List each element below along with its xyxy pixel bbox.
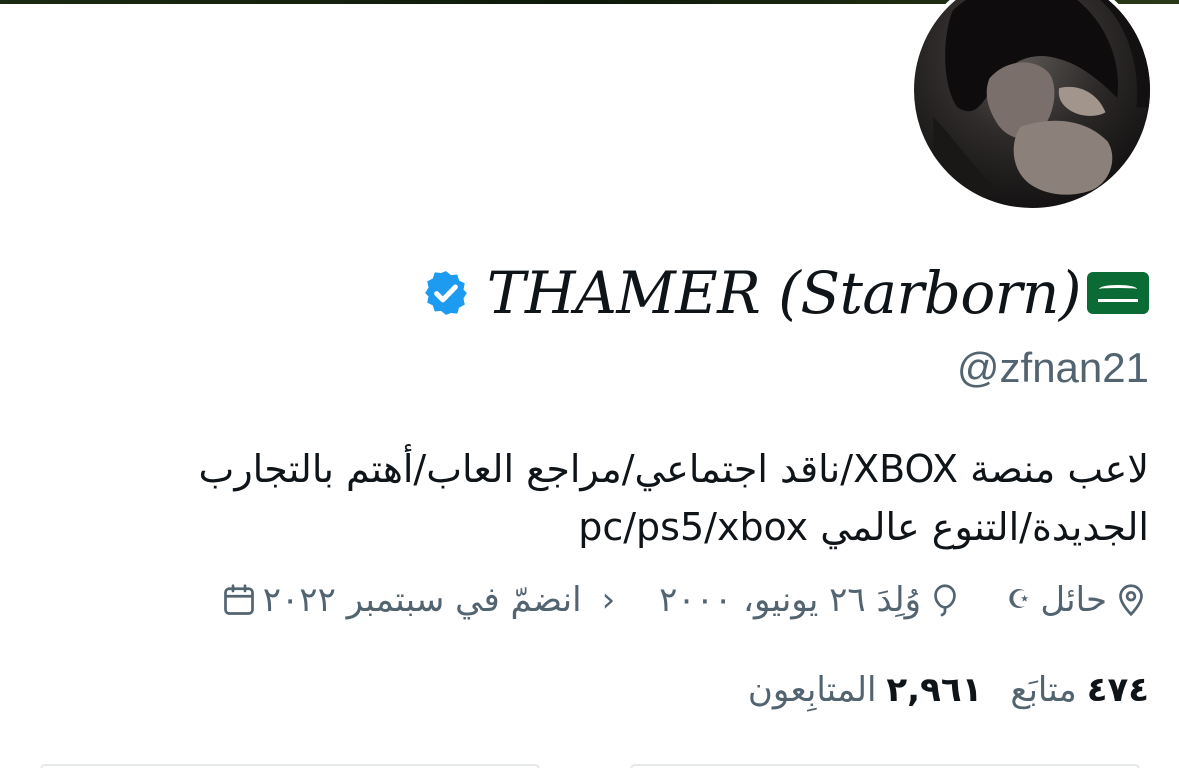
crescent-icon: ☪	[1007, 585, 1031, 615]
followers-link[interactable]: ٢,٩٦١ المتابِعون	[748, 670, 982, 710]
profile-bio: لاعب منصة XBOX/ناقد اجتماعي/مراجع العاب/…	[49, 440, 1149, 556]
calendar-icon	[223, 584, 254, 615]
location-pin-icon	[1119, 584, 1143, 617]
meta-birthday: وُلِدَ ٢٦ يونيو، ٢٠٠٠	[659, 580, 963, 620]
tab-pill-left[interactable]	[40, 764, 540, 768]
follow-stats: ٤٧٤ متابَع ٢,٩٦١ المتابِعون	[748, 670, 1149, 710]
birthday-text: وُلِدَ ٢٦ يونيو، ٢٠٠٠	[659, 580, 922, 620]
following-count: ٤٧٤	[1086, 670, 1149, 710]
location-text: حائل	[1040, 580, 1107, 620]
display-name-row: THAMER (Starborn)	[421, 258, 1149, 328]
verified-badge-icon[interactable]	[421, 268, 471, 318]
avatar[interactable]	[910, 0, 1154, 212]
joined-text: انضمّ في سبتمبر ٢٠٢٢	[262, 580, 582, 620]
balloon-icon	[934, 584, 956, 617]
profile-photo	[933, 0, 1150, 208]
bio-line-2: الجديدة/التنوع عالمي pc/ps5/xbox	[578, 505, 1149, 549]
bottom-edge	[0, 762, 1179, 768]
chevron-icon[interactable]: ›	[602, 580, 616, 620]
followers-count: ٢,٩٦١	[886, 670, 983, 710]
followers-label: المتابِعون	[747, 670, 877, 710]
profile-meta: حائل ☪ وُلِدَ ٢٦ يونيو، ٢٠٠٠ › انضمّ في …	[221, 580, 1149, 620]
meta-location: حائل ☪	[1007, 580, 1149, 620]
tab-pill-right[interactable]	[630, 764, 1140, 768]
user-handle: @zfnan21	[956, 344, 1149, 391]
following-link[interactable]: ٤٧٤ متابَع	[1010, 670, 1149, 710]
following-label: متابَع	[1010, 670, 1077, 710]
meta-joined: › انضمّ في سبتمبر ٢٠٢٢	[221, 580, 615, 620]
bio-line-1: لاعب منصة XBOX/ناقد اجتماعي/مراجع العاب/…	[198, 447, 1149, 491]
display-name: THAMER (Starborn)	[486, 259, 1082, 327]
saudi-flag-icon	[1087, 272, 1149, 314]
